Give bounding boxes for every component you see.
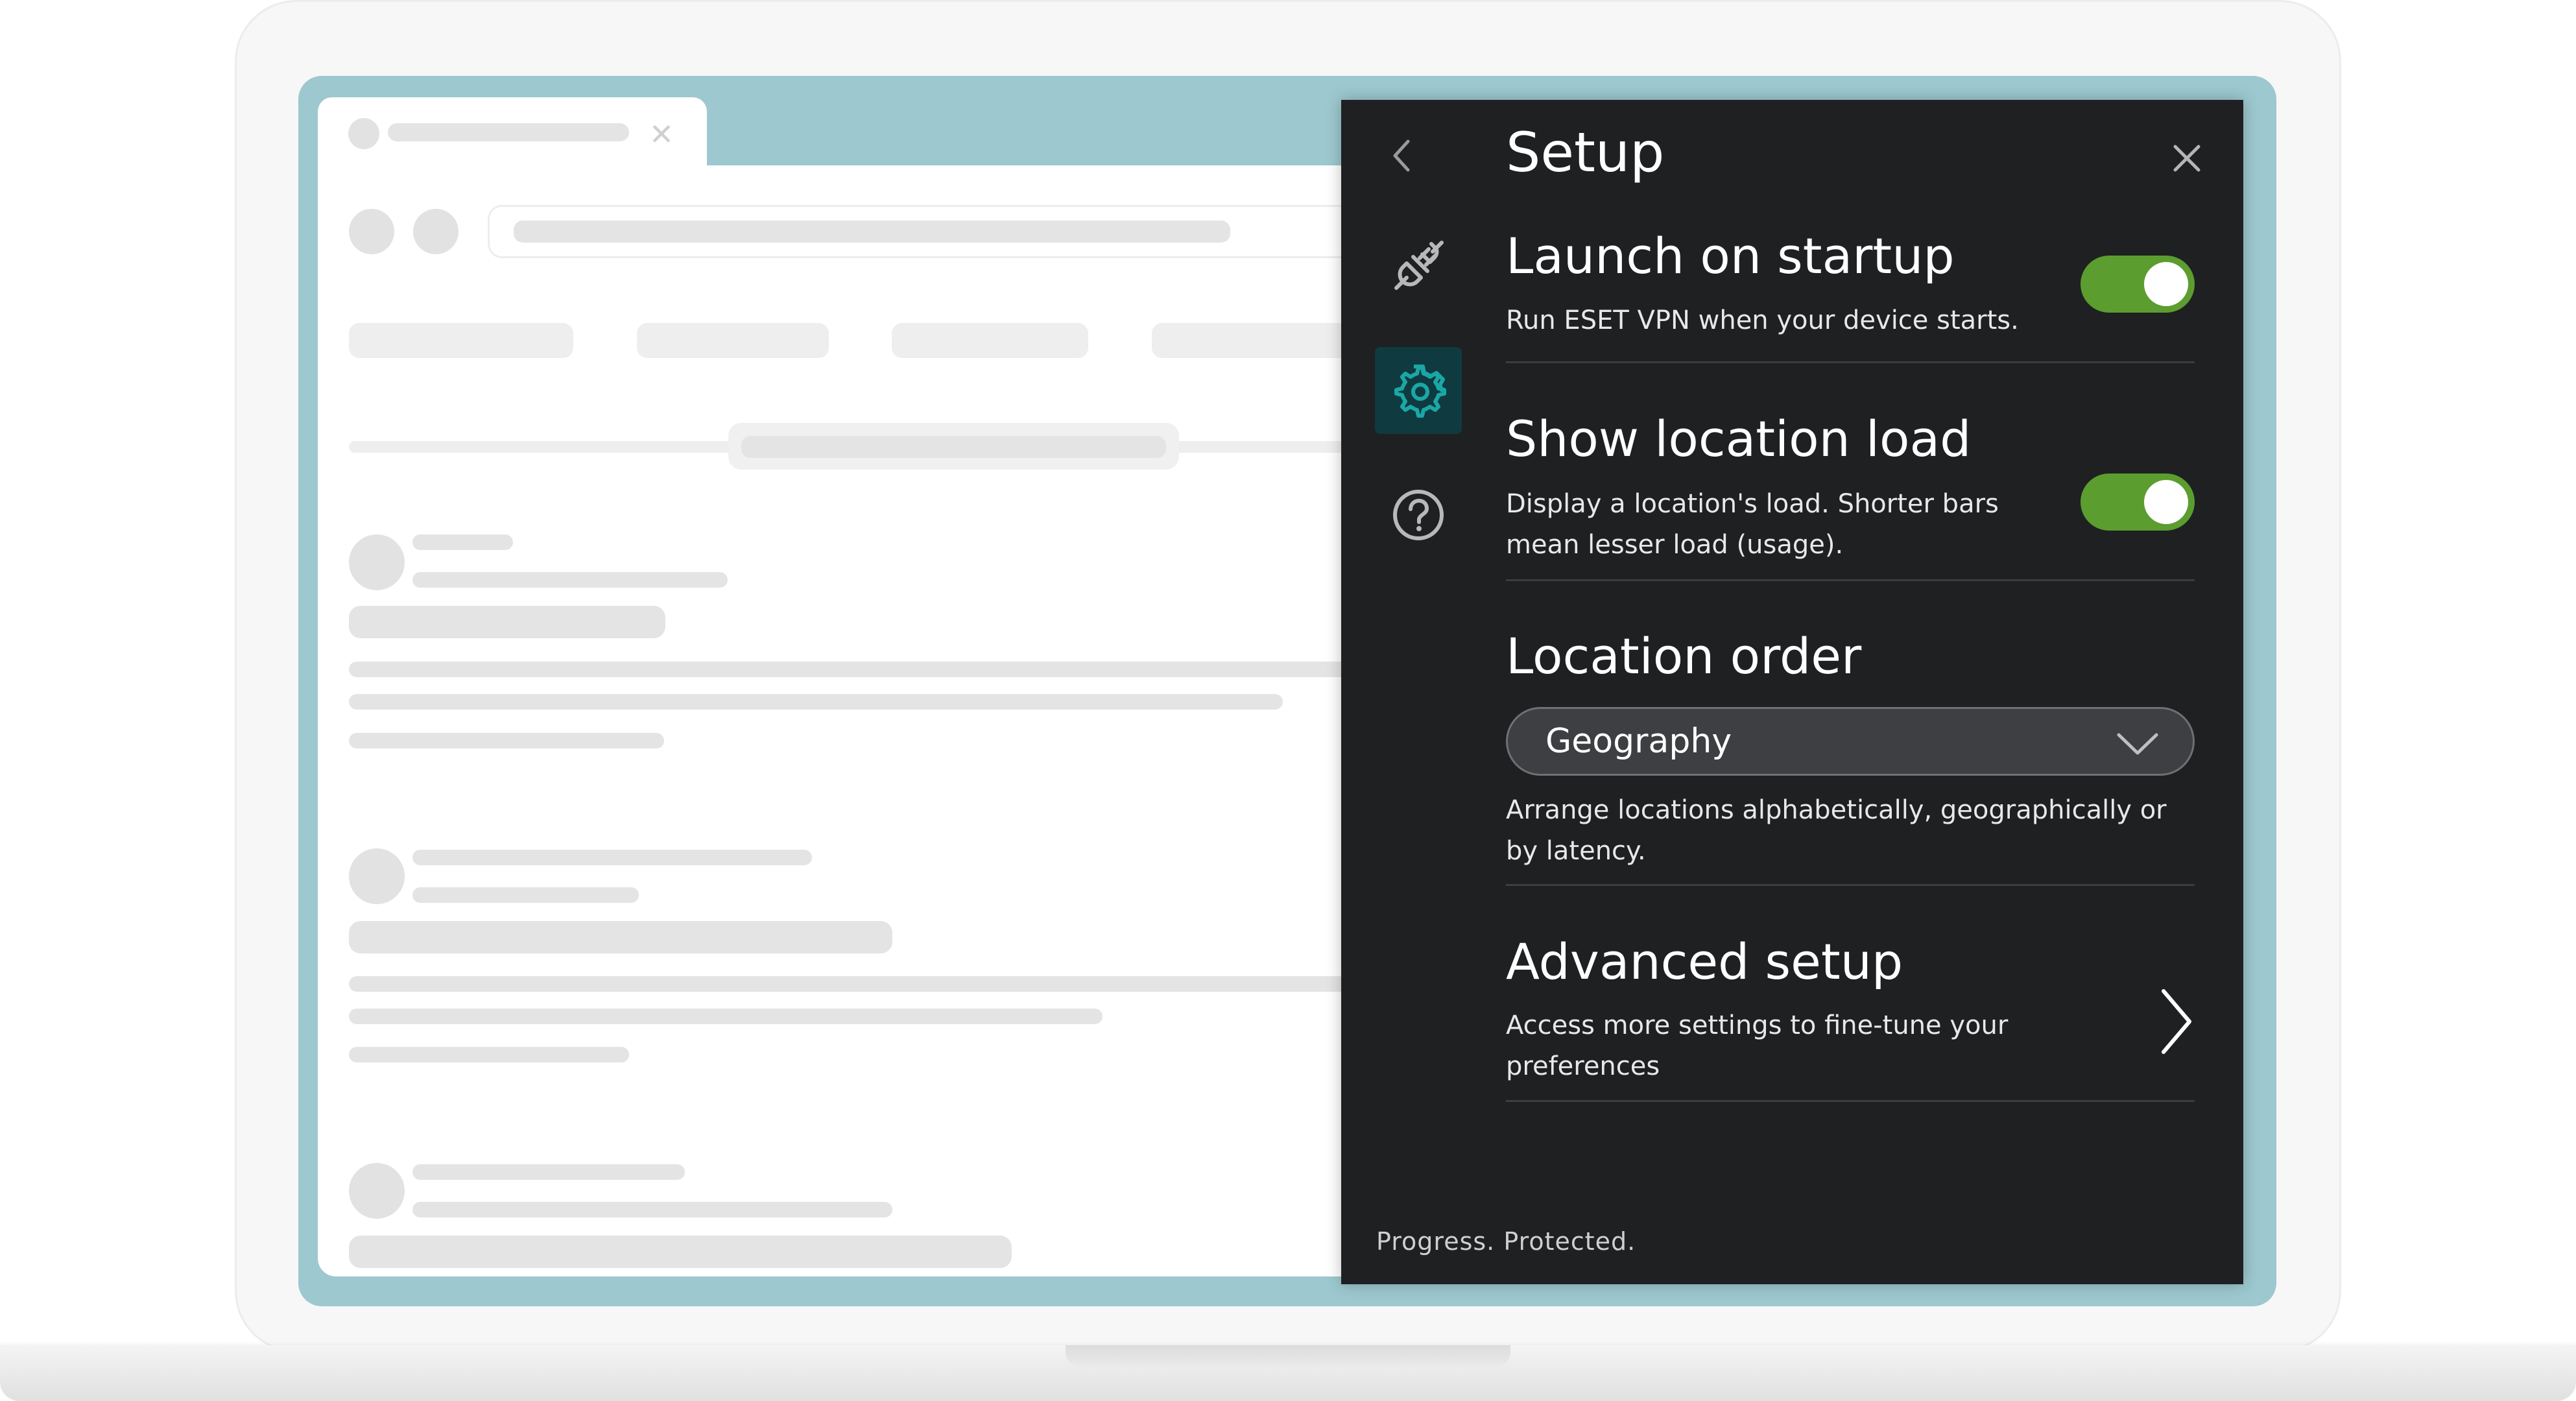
text-placeholder [349, 1236, 1012, 1268]
text-placeholder [349, 1047, 629, 1062]
menu-placeholder [892, 323, 1088, 358]
divider [1506, 579, 2195, 581]
location-order-selected-value: Geography [1545, 722, 1732, 761]
chevron-right-icon[interactable] [2157, 986, 2196, 1057]
text-placeholder [349, 606, 665, 638]
location-order-description: Arrange locations alphabetically, geogra… [1506, 795, 2167, 866]
close-icon [2173, 145, 2200, 172]
text-placeholder [349, 1009, 1103, 1024]
chevron-left-icon [1393, 139, 1410, 172]
toggle-knob [2144, 480, 2188, 524]
toggle-knob [2144, 262, 2188, 306]
text-placeholder [349, 976, 1370, 992]
text-placeholder [412, 534, 513, 550]
text-placeholder [349, 694, 1283, 710]
search-text-placeholder [741, 436, 1166, 458]
divider [1506, 1100, 2195, 1102]
address-text-placeholder [514, 221, 1230, 243]
avatar-placeholder [349, 534, 405, 590]
show-location-load-title: Show location load [1506, 410, 1972, 468]
show-location-load-description: Display a location's load. Shorter bars … [1506, 489, 1999, 560]
divider [1506, 361, 2195, 363]
rail-item-settings[interactable] [1375, 347, 1462, 434]
plug-icon [1394, 241, 1444, 290]
page-title: Setup [1506, 121, 1665, 184]
rail-item-connection[interactable] [1375, 222, 1462, 309]
text-placeholder [349, 733, 664, 748]
advanced-setup-title: Advanced setup [1506, 933, 1903, 990]
nav-back-placeholder [349, 209, 394, 254]
text-placeholder [412, 887, 639, 903]
launch-on-startup-description: Run ESET VPN when your device starts. [1506, 305, 2019, 335]
text-placeholder [412, 850, 812, 865]
menu-placeholder [637, 323, 829, 358]
avatar-placeholder [349, 1163, 405, 1219]
tab-title-placeholder [388, 123, 629, 141]
text-placeholder [349, 662, 1370, 677]
close-button[interactable] [2166, 138, 2208, 179]
rail-item-help[interactable] [1375, 472, 1462, 558]
menu-placeholder [349, 323, 573, 358]
launch-on-startup-toggle[interactable] [2081, 256, 2195, 313]
tagline: Progress. Protected. [1376, 1227, 1636, 1256]
menu-placeholder [1152, 323, 1372, 358]
text-placeholder [349, 921, 892, 953]
launch-on-startup-title: Launch on startup [1506, 227, 1955, 285]
back-button[interactable] [1381, 133, 1420, 178]
chevron-down-icon [2117, 733, 2158, 755]
help-icon [1393, 490, 1444, 540]
show-location-load-toggle[interactable] [2081, 473, 2195, 531]
text-placeholder [412, 1202, 892, 1217]
text-placeholder [412, 1164, 685, 1180]
location-order-select[interactable]: Geography [1506, 707, 2195, 776]
nav-forward-placeholder [413, 209, 459, 254]
divider [1506, 884, 2195, 886]
advanced-setup-description: Access more settings to fine-tune your p… [1506, 1011, 2009, 1081]
gear-icon [1394, 365, 1446, 418]
tab-favicon-placeholder [348, 118, 379, 149]
location-order-title: Location order [1506, 627, 1862, 685]
laptop-notch [1066, 1345, 1510, 1367]
text-placeholder [412, 572, 728, 588]
tab-close-icon: ✕ [649, 117, 674, 152]
avatar-placeholder [349, 848, 405, 904]
